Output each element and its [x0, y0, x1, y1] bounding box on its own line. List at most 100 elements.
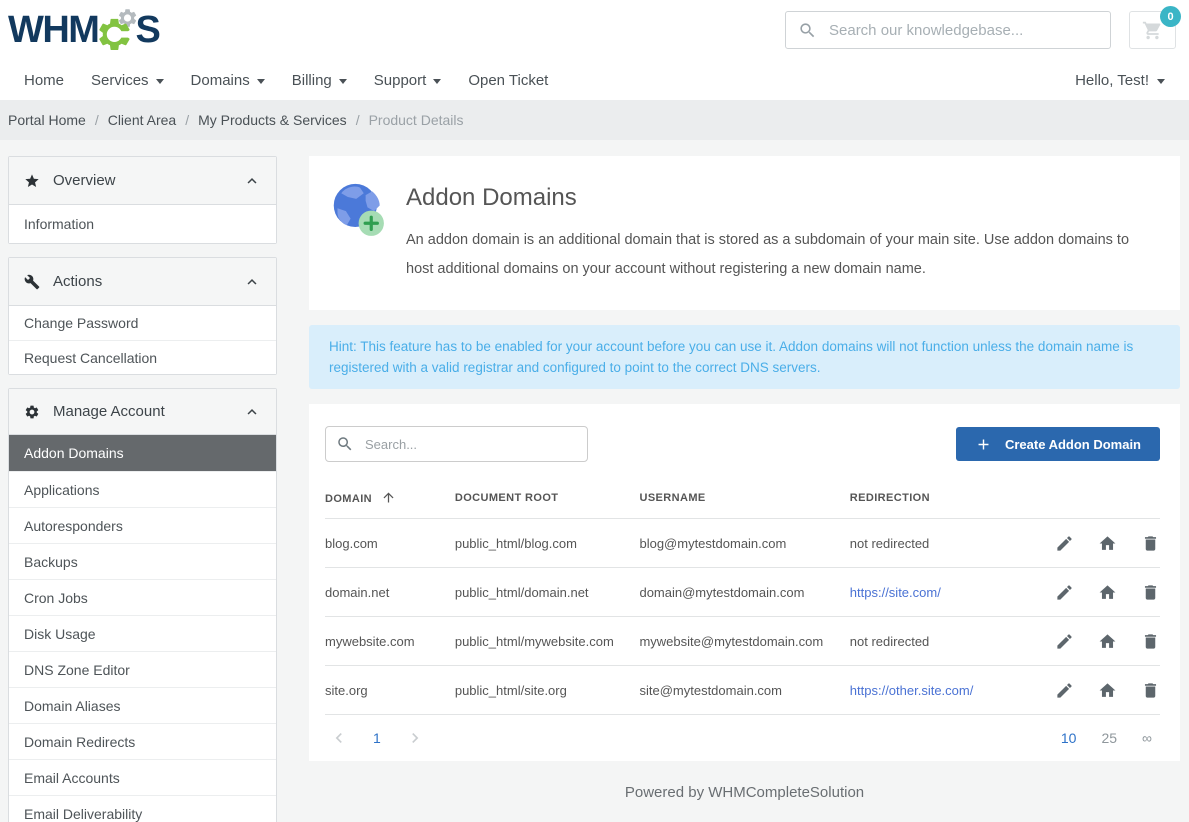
delete-button[interactable]	[1141, 534, 1160, 553]
column-header-username[interactable]: Username	[639, 474, 849, 519]
create-addon-domain-button[interactable]: Create Addon Domain	[956, 427, 1160, 461]
home-button[interactable]	[1098, 534, 1117, 553]
chevron-down-icon	[257, 79, 265, 84]
cell-redirection: not redirected	[850, 519, 1031, 568]
cell-document-root: public_html/mywebsite.com	[455, 617, 640, 666]
addon-domains-intro-card: Addon Domains An addon domain is an addi…	[309, 156, 1180, 310]
table-search-input[interactable]	[363, 436, 577, 453]
cart-button[interactable]: 0	[1129, 11, 1176, 49]
nav-item-label: Open Ticket	[468, 72, 548, 89]
sidebar-panel-actions: Actions Change PasswordRequest Cancellat…	[8, 257, 277, 375]
sidebar-item-disk-usage[interactable]: Disk Usage	[9, 615, 276, 651]
delete-button[interactable]	[1141, 632, 1160, 651]
chevron-down-icon	[1157, 79, 1165, 84]
nav-item-domains[interactable]: Domains	[191, 72, 265, 89]
sidebar: Overview Information Actions Change Pass…	[8, 156, 277, 822]
panel-title: Actions	[53, 273, 102, 290]
sidebar-item-request-cancellation[interactable]: Request Cancellation	[9, 340, 276, 374]
cart-count-badge: 0	[1160, 6, 1181, 27]
breadcrumb-item-client-area[interactable]: Client Area	[108, 112, 176, 128]
next-page-button[interactable]	[405, 728, 425, 748]
sidebar-panel-header-actions[interactable]: Actions	[9, 258, 276, 306]
column-header-redirection[interactable]: Redirection	[850, 474, 1031, 519]
table-row-mywebsite-com: mywebsite.com public_html/mywebsite.com …	[325, 617, 1160, 666]
edit-button[interactable]	[1055, 632, 1074, 651]
nav-item-services[interactable]: Services	[91, 72, 164, 89]
column-label: Redirection	[850, 492, 930, 504]
redirection-link[interactable]: https://site.com/	[850, 585, 941, 600]
nav-item-home[interactable]: Home	[24, 72, 64, 89]
home-icon	[1098, 534, 1117, 553]
trash-icon	[1141, 632, 1160, 651]
delete-button[interactable]	[1141, 681, 1160, 700]
page-title: Addon Domains	[406, 184, 1156, 212]
sidebar-panel-manage-account: Manage Account Addon DomainsApplications…	[8, 388, 277, 822]
breadcrumb-separator: /	[356, 112, 360, 128]
breadcrumb-item-portal-home[interactable]: Portal Home	[8, 112, 86, 128]
top-bar-right: 0	[785, 11, 1176, 49]
powered-by-footer: Powered by WHMCompleteSolution	[309, 761, 1180, 822]
create-addon-domain-label: Create Addon Domain	[1005, 437, 1141, 452]
home-button[interactable]	[1098, 681, 1117, 700]
page-size-25[interactable]: 25	[1101, 730, 1117, 746]
page-size-10[interactable]: 10	[1061, 730, 1077, 746]
table-toolbar: Create Addon Domain	[325, 426, 1160, 462]
nav-item-billing[interactable]: Billing	[292, 72, 347, 89]
nav-item-label: Domains	[191, 72, 250, 89]
sidebar-item-change-password[interactable]: Change Password	[9, 306, 276, 340]
home-button[interactable]	[1098, 632, 1117, 651]
previous-page-button[interactable]	[329, 728, 349, 748]
pagination-pages: 1	[329, 728, 425, 748]
addon-domains-table: DomainDocument RootUsername Redirection b…	[325, 474, 1160, 715]
whmcs-logo[interactable]: WHM S	[8, 6, 159, 54]
sidebar-panel-header-manage-account[interactable]: Manage Account	[9, 389, 276, 435]
top-bar: WHM S 0	[0, 0, 1189, 60]
sidebar-item-addon-domains[interactable]: Addon Domains	[9, 435, 276, 471]
redirection-link[interactable]: https://other.site.com/	[850, 683, 974, 698]
sidebar-item-email-accounts[interactable]: Email Accounts	[9, 759, 276, 795]
sidebar-item-cron-jobs[interactable]: Cron Jobs	[9, 579, 276, 615]
sidebar-item-autoresponders[interactable]: Autoresponders	[9, 507, 276, 543]
page-number-1[interactable]: 1	[373, 730, 381, 746]
sidebar-panel-header-overview[interactable]: Overview	[9, 157, 276, 205]
trash-icon	[1141, 583, 1160, 602]
sidebar-item-applications[interactable]: Applications	[9, 471, 276, 507]
logo-text-s: S	[135, 11, 159, 49]
edit-button[interactable]	[1055, 583, 1074, 602]
sidebar-item-backups[interactable]: Backups	[9, 543, 276, 579]
breadcrumb-item-my-products-services[interactable]: My Products & Services	[198, 112, 347, 128]
cell-document-root: public_html/site.org	[455, 666, 640, 715]
table-header-row: DomainDocument RootUsername Redirection	[325, 474, 1160, 519]
addon-domains-globe-icon	[330, 182, 390, 242]
sidebar-item-information[interactable]: Information	[9, 205, 276, 243]
sort-ascending-icon	[381, 490, 396, 505]
cell-username: domain@mytestdomain.com	[639, 568, 849, 617]
home-icon	[1098, 632, 1117, 651]
content-area: Overview Information Actions Change Pass…	[0, 140, 1189, 822]
column-header-document-root[interactable]: Document Root	[455, 474, 640, 519]
account-menu[interactable]: Hello, Test!	[1075, 72, 1165, 89]
nav-item-label: Billing	[292, 72, 332, 89]
sidebar-item-dns-zone-editor[interactable]: DNS Zone Editor	[9, 651, 276, 687]
nav-item-support[interactable]: Support	[374, 72, 442, 89]
sidebar-item-domain-aliases[interactable]: Domain Aliases	[9, 687, 276, 723]
knowledgebase-search-input[interactable]	[827, 21, 1098, 40]
edit-button[interactable]	[1055, 534, 1074, 553]
column-header-domain[interactable]: Domain	[325, 474, 455, 519]
edit-button[interactable]	[1055, 681, 1074, 700]
home-icon	[1098, 583, 1117, 602]
home-button[interactable]	[1098, 583, 1117, 602]
nav-item-open-ticket[interactable]: Open Ticket	[468, 72, 548, 89]
account-menu-label: Hello, Test!	[1075, 72, 1149, 89]
cell-username: blog@mytestdomain.com	[639, 519, 849, 568]
sidebar-item-email-deliverability[interactable]: Email Deliverability	[9, 795, 276, 822]
column-header-actions	[1031, 474, 1160, 519]
knowledgebase-search	[785, 11, 1111, 49]
sidebar-item-domain-redirects[interactable]: Domain Redirects	[9, 723, 276, 759]
chevron-up-icon	[243, 403, 261, 421]
column-label: Username	[639, 492, 705, 504]
cell-actions	[1031, 519, 1160, 568]
home-icon	[1098, 681, 1117, 700]
delete-button[interactable]	[1141, 583, 1160, 602]
page-size-all[interactable]: ∞	[1142, 730, 1152, 746]
